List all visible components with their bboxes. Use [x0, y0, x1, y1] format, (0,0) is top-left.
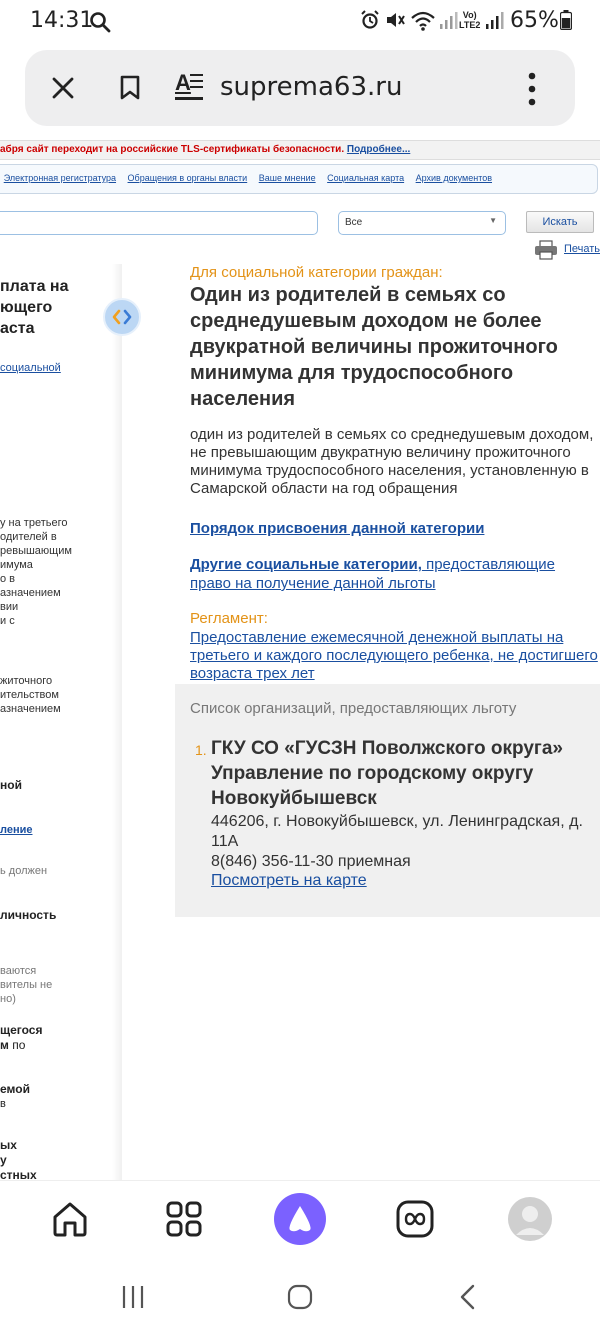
- browser-bottom-bar: [0, 1180, 600, 1262]
- system-navigation: [0, 1262, 600, 1332]
- sidebar-heading: плата на ющего аста: [0, 276, 68, 339]
- tls-notice-text: абря сайт переходит на российские TLS-се…: [0, 144, 345, 155]
- more-menu-icon[interactable]: [528, 72, 536, 106]
- tabs-icon[interactable]: [396, 1200, 434, 1238]
- tls-more-link[interactable]: Подробнее...: [347, 144, 410, 155]
- code-arrows-icon: [112, 309, 132, 325]
- close-icon[interactable]: [51, 76, 75, 100]
- print-label: Печать: [564, 243, 600, 255]
- sidebar-bold-1: ной: [0, 778, 22, 792]
- sidebar-block-1: у на третьего одителей в ревышающим имума …: [0, 517, 72, 627]
- recent-apps-icon[interactable]: [120, 1284, 146, 1310]
- battery-icon: [560, 10, 572, 30]
- printer-icon: [535, 240, 557, 260]
- sidebar-link-2[interactable]: ление: [0, 824, 32, 836]
- wifi-icon: [411, 11, 435, 31]
- apps-icon[interactable]: [166, 1201, 202, 1237]
- sidebar-gray-2: ваются вителы не но): [0, 965, 53, 1005]
- web-content: абря сайт переходит на российские TLS-се…: [0, 136, 600, 1186]
- signal-icon: [486, 12, 504, 29]
- site-nav: ем Электронная регистратура Обращения в …: [0, 164, 598, 194]
- sidebar-bold-2: личность: [0, 908, 57, 922]
- assign-order-link[interactable]: Порядок присвоения данной категории: [190, 520, 484, 537]
- sidebar-heading-line: плата на: [0, 278, 69, 295]
- home-icon[interactable]: [50, 1199, 90, 1239]
- sidebar-block-2: житочного ительством азначением: [0, 675, 61, 715]
- regulation-link[interactable]: Предоставление ежемесячной денежной выпл…: [190, 629, 600, 683]
- nav-item-opinion[interactable]: Ваше мнение: [259, 173, 316, 183]
- category-label: Для социальной категории граждан:: [190, 264, 443, 281]
- nav-item-registry[interactable]: Электронная регистратура: [4, 173, 116, 183]
- search-icon: [90, 12, 111, 33]
- sidebar-toggle-button[interactable]: [103, 298, 141, 336]
- org-contact: 446206, г. Новокуйбышевск, ул. Ленинград…: [211, 812, 591, 872]
- category-description: один из родителей в семьях со среднедуше…: [190, 426, 594, 497]
- status-bar: 14:31 Vo) LTE2 65%: [0, 0, 600, 46]
- org-number: 1.: [195, 742, 207, 758]
- page-title: Один из родителей в семьях со среднедуше…: [190, 284, 558, 410]
- search-button[interactable]: Искать: [526, 211, 594, 233]
- organizations-panel: Список организаций, предоставляющих льго…: [175, 684, 600, 917]
- network-label: Vo) LTE2: [459, 10, 481, 30]
- browser-toolbar: A suprema63.ru: [25, 50, 575, 126]
- back-icon[interactable]: [458, 1284, 478, 1310]
- search-input[interactable]: [0, 211, 318, 235]
- sidebar-bold-4: емой в: [0, 1082, 30, 1110]
- org-address: 446206, г. Новокуйбышевск, ул. Ленинград…: [211, 813, 583, 850]
- nav-item-archive[interactable]: Архив документов: [416, 173, 492, 183]
- reader-mode-icon[interactable]: A: [175, 70, 205, 104]
- sidebar-social-link[interactable]: социальной: [0, 362, 61, 374]
- org-map-link[interactable]: Посмотреть на карте: [211, 872, 367, 890]
- alice-icon[interactable]: [274, 1193, 326, 1245]
- print-link[interactable]: Печать: [534, 240, 600, 260]
- profile-avatar[interactable]: [508, 1197, 552, 1241]
- sidebar-shadow: [112, 264, 122, 1186]
- nav-item-appeals[interactable]: Обращения в органы власти: [128, 173, 248, 183]
- nav-item-social-card[interactable]: Социальная карта: [327, 173, 404, 183]
- sidebar-gray-1: ь должен: [0, 865, 48, 877]
- sidebar-heading-line: ющего: [0, 299, 53, 316]
- left-sidebar: плата на ющего аста социальной у на трет…: [0, 264, 122, 1186]
- signal-weak-icon: [440, 12, 458, 29]
- search-scope-value: Все: [345, 217, 363, 228]
- other-categories-link[interactable]: Другие социальные категории, предоставля…: [190, 555, 590, 593]
- sidebar-bold-3: щегося м по: [0, 1023, 43, 1052]
- sidebar-bold-5: ых у стных: [0, 1138, 37, 1182]
- mute-icon: [387, 13, 405, 27]
- status-time: 14:31: [30, 8, 94, 33]
- url-text[interactable]: suprema63.ru: [220, 72, 402, 102]
- regulation-label: Регламент:: [190, 610, 268, 627]
- home-button-icon[interactable]: [287, 1284, 313, 1310]
- tls-notice-bar: абря сайт переходит на российские TLS-се…: [0, 140, 600, 160]
- sidebar-heading-line: аста: [0, 320, 35, 337]
- org-phone: 8(846) 356-11-30 приемная: [211, 853, 411, 870]
- dropdown-arrow-icon: ▼: [489, 216, 497, 225]
- battery-level: 65%: [510, 8, 559, 33]
- org-name: ГКУ СО «ГУСЗН Поволжского округа» Управл…: [211, 738, 563, 809]
- organizations-header: Список организаций, предоставляющих льго…: [190, 700, 517, 717]
- alarm-icon: [361, 10, 379, 29]
- bookmark-icon[interactable]: [119, 75, 141, 101]
- search-scope-select[interactable]: Все ▼: [338, 211, 506, 235]
